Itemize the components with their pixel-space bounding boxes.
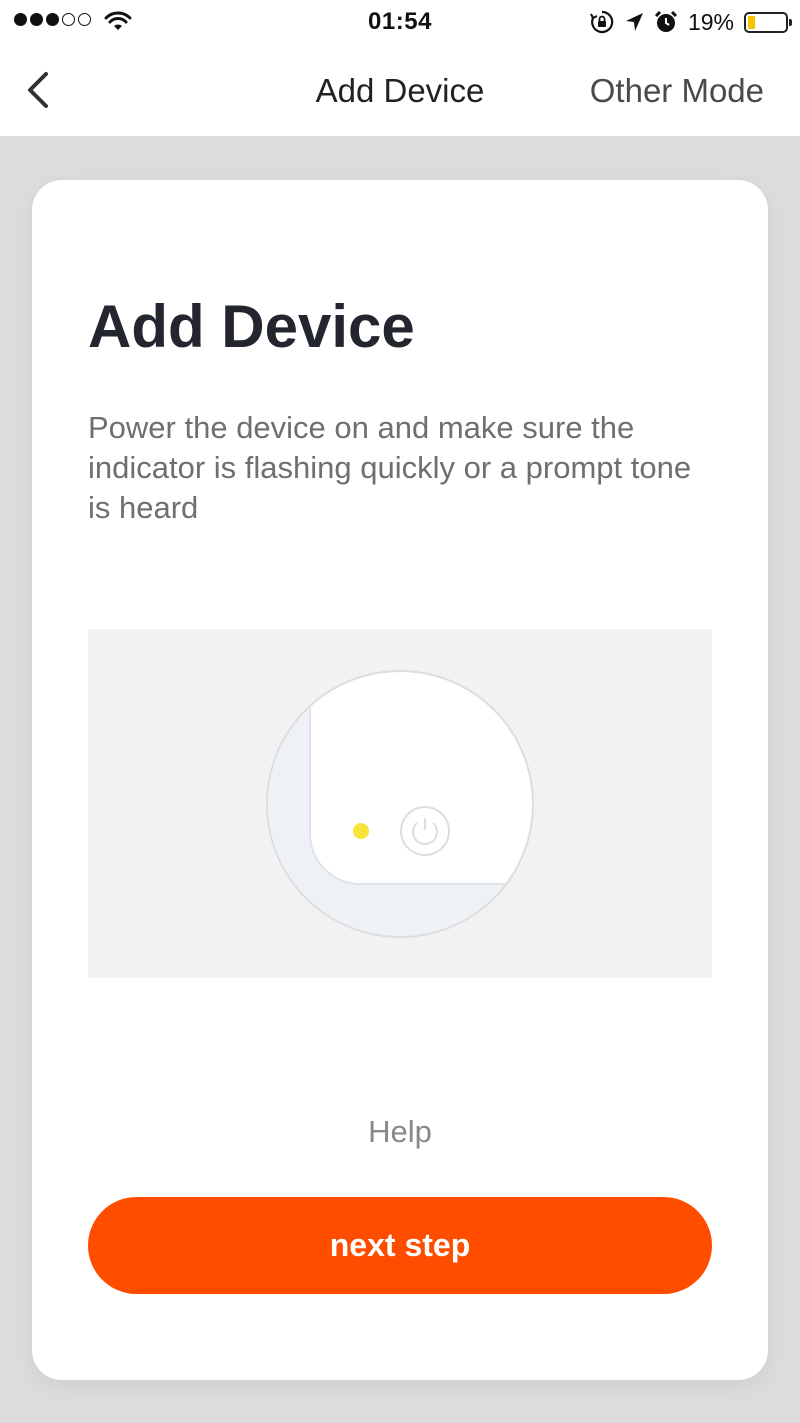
battery-fill — [748, 15, 755, 29]
screen: 01:54 19% Add Device Other Mode Add Devi… — [0, 0, 800, 1423]
battery-icon — [744, 11, 792, 33]
status-bar: 01:54 19% — [0, 0, 800, 44]
page-title: Add Device — [88, 293, 415, 360]
other-mode-button[interactable]: Other Mode — [590, 72, 764, 110]
add-device-card: Add Device Power the device on and make … — [32, 180, 768, 1380]
nav-bar: Add Device Other Mode — [0, 44, 800, 136]
instruction-text: Power the device on and make sure the in… — [88, 410, 692, 525]
device-closeup-graphic — [266, 670, 534, 938]
device-illustration — [88, 629, 712, 978]
next-step-button[interactable]: next step — [88, 1197, 712, 1294]
location-arrow-icon — [625, 13, 643, 31]
battery-percent: 19% — [687, 8, 734, 35]
help-link[interactable]: Help — [32, 1114, 768, 1150]
indicator-light-icon — [353, 823, 369, 839]
orientation-lock-icon — [590, 10, 614, 34]
alarm-icon — [654, 10, 678, 32]
